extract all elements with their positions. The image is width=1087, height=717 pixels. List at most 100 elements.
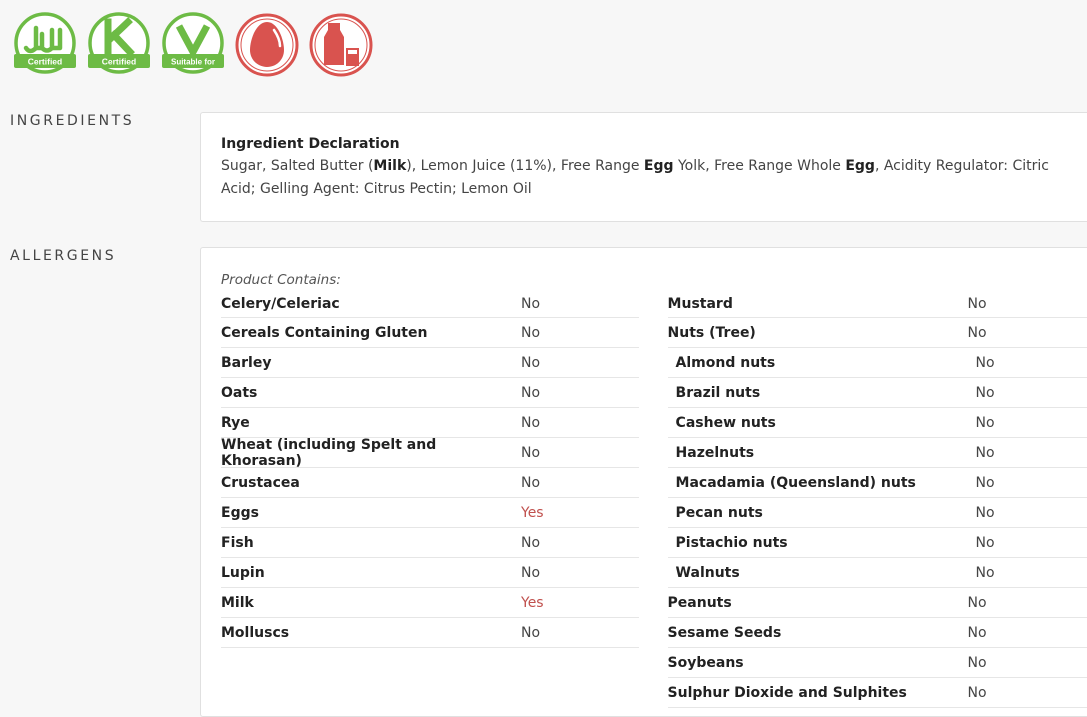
- allergen-value: Yes: [521, 504, 544, 521]
- allergen-value: No: [967, 684, 987, 701]
- ingredient-text-segment: ), Lemon Juice (11%), Free Range: [406, 158, 644, 174]
- allergen-name: Crustacea: [221, 474, 300, 491]
- allergen-name: Lupin: [221, 564, 265, 581]
- allergen-row: Almond nuts No: [667, 348, 1087, 378]
- allergen-name: Pistachio nuts: [675, 534, 788, 551]
- allergen-name: Almond nuts: [675, 354, 776, 371]
- allergen-row: Nuts (Tree) No: [667, 318, 1087, 348]
- allergen-row: Eggs Yes: [221, 498, 639, 528]
- allergen-value: No: [975, 384, 995, 401]
- svg-text:Certified: Certified: [28, 57, 62, 67]
- allergen-name: Nuts (Tree): [667, 324, 756, 341]
- allergens-panel: Product Contains: Celery/Celeriac No Cerea…: [200, 247, 1087, 717]
- allergen-row: Crustacea No: [221, 468, 639, 498]
- allergen-name: Sesame Seeds: [667, 624, 782, 641]
- allergens-heading: ALLERGENS: [10, 248, 117, 264]
- allergen-row: Lupin No: [221, 558, 639, 588]
- product-contains-label: Product Contains:: [221, 272, 341, 288]
- allergen-row: Molluscs No: [221, 618, 639, 648]
- halal-certified-badge: Certified: [12, 12, 78, 78]
- allergen-value: No: [521, 624, 541, 641]
- ingredient-declaration-text: Sugar, Salted Butter (Milk), Lemon Juice…: [221, 155, 1080, 201]
- allergen-value: No: [967, 324, 987, 341]
- allergen-value: No: [967, 594, 987, 611]
- allergen-row: Pistachio nuts No: [667, 528, 1087, 558]
- milk-allergen-badge: [308, 12, 374, 78]
- allergen-value: Yes: [521, 594, 544, 611]
- vegetarian-badge: Suitable for: [160, 12, 226, 78]
- allergen-row: Cashew nuts No: [667, 408, 1087, 438]
- allergen-name: Soybeans: [667, 654, 744, 671]
- allergen-value: No: [521, 296, 541, 312]
- allergen-name: Fish: [221, 534, 254, 551]
- svg-text:Certified: Certified: [102, 57, 136, 67]
- svg-text:Suitable for: Suitable for: [171, 58, 215, 67]
- allergen-value: No: [975, 504, 995, 521]
- allergen-name: Hazelnuts: [675, 444, 755, 461]
- allergen-name: Pecan nuts: [675, 504, 763, 521]
- allergen-name: Macadamia (Queensland) nuts: [675, 474, 916, 491]
- egg-icon: [235, 13, 299, 77]
- allergen-row: Fish No: [221, 528, 639, 558]
- allergen-row: Oats No: [221, 378, 639, 408]
- allergen-row: Hazelnuts No: [667, 438, 1087, 468]
- allergen-row: Mustard No: [667, 291, 1087, 318]
- allergen-row: Wheat (including Spelt and Khorasan) No: [221, 436, 639, 469]
- allergen-name: Sulphur Dioxide and Sulphites: [667, 684, 907, 701]
- allergens-right-column: Mustard No Nuts (Tree) No Almond nuts No Brazi…: [667, 291, 1087, 708]
- ingredient-allergen-highlight: Egg: [845, 158, 875, 174]
- allergen-row: Sulphur Dioxide and Sulphites No: [667, 678, 1087, 708]
- allergen-name: Molluscs: [221, 624, 290, 641]
- allergen-row: Sesame Seeds No: [667, 618, 1087, 648]
- ingredient-declaration-title: Ingredient Declaration: [221, 136, 400, 152]
- allergen-value: No: [975, 414, 995, 431]
- milk-icon: [309, 13, 373, 77]
- allergen-name: Eggs: [221, 504, 259, 521]
- allergen-value: No: [967, 296, 987, 312]
- allergen-name: Celery/Celeriac: [221, 296, 340, 312]
- allergen-name: Mustard: [667, 296, 733, 312]
- allergen-value: No: [975, 564, 995, 581]
- allergen-name: Walnuts: [675, 564, 740, 581]
- allergen-row: Celery/Celeriac No: [221, 291, 639, 318]
- ingredient-allergen-highlight: Egg: [643, 158, 674, 174]
- dietary-badges: Certified Certified Suitable for: [12, 12, 374, 78]
- allergen-row: Rye No: [221, 408, 639, 438]
- allergen-name: Peanuts: [667, 594, 732, 611]
- allergen-name: Oats: [221, 384, 258, 401]
- allergen-row: Barley No: [221, 348, 639, 378]
- allergen-value: No: [975, 474, 995, 491]
- ingredients-panel: Ingredient Declaration Sugar, Salted But…: [200, 112, 1087, 222]
- allergen-value: No: [975, 444, 995, 461]
- allergen-value: No: [967, 654, 987, 671]
- allergen-row: Peanuts No: [667, 588, 1087, 618]
- allergen-row: Cereals Containing Gluten No: [221, 318, 639, 348]
- allergen-name: Barley: [221, 354, 272, 371]
- allergen-row: Walnuts No: [667, 558, 1087, 588]
- allergen-row: Macadamia (Queensland) nuts No: [667, 468, 1087, 498]
- allergen-name: Cashew nuts: [675, 414, 776, 431]
- kosher-certified-badge: Certified: [86, 12, 152, 78]
- allergen-value: No: [975, 354, 995, 371]
- allergen-name: Milk: [221, 594, 254, 611]
- allergen-value: No: [521, 444, 541, 461]
- kosher-icon: Certified: [88, 12, 150, 74]
- allergen-value: No: [521, 384, 541, 401]
- allergen-name: Wheat (including Spelt and Khorasan): [221, 436, 437, 469]
- allergen-row: Brazil nuts No: [667, 378, 1087, 408]
- ingredient-allergen-highlight: Milk: [373, 158, 407, 174]
- allergen-value: No: [521, 354, 541, 371]
- allergen-value: No: [975, 534, 995, 551]
- allergen-row: Pecan nuts No: [667, 498, 1087, 528]
- allergen-value: No: [521, 474, 541, 491]
- allergen-value: No: [967, 624, 987, 641]
- allergen-value: No: [521, 324, 541, 341]
- allergen-name: Cereals Containing Gluten: [221, 324, 428, 341]
- egg-allergen-badge: [234, 12, 300, 78]
- halal-icon: Certified: [14, 12, 76, 74]
- allergen-name: Brazil nuts: [675, 384, 761, 401]
- allergen-name: Rye: [221, 414, 250, 431]
- allergen-value: No: [521, 414, 541, 431]
- allergen-value: No: [521, 564, 541, 581]
- ingredient-text-segment: Yolk, Free Range Whole: [673, 158, 846, 174]
